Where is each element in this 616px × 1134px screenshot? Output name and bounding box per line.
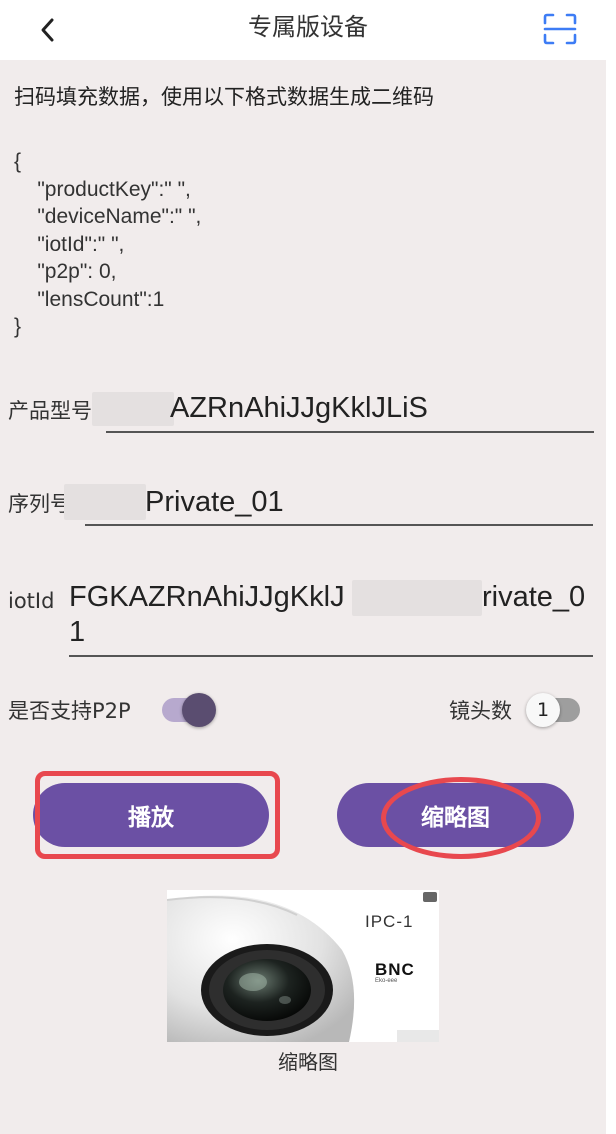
lens-count-label: 镜头数	[449, 699, 512, 723]
model-label: IPC-1	[365, 912, 414, 931]
serial-number-input[interactable]: Private_01	[145, 484, 284, 520]
json-format-sample: { "productKey":" ", "deviceName":" ", "i…	[14, 150, 202, 338]
top-app-bar: 专属版设备	[0, 0, 616, 60]
redacted-area	[92, 392, 174, 426]
redacted-area	[64, 484, 146, 520]
lens-count-value: 1	[526, 693, 560, 727]
iot-id-input-line2: 1	[69, 616, 86, 648]
page-title: 专属版设备	[248, 13, 368, 41]
iot-id-input-end: rivate_0	[482, 581, 586, 613]
thumbnail-image[interactable]: IPC-1 BNC Eko-eee	[167, 890, 439, 1042]
serial-number-underline	[85, 524, 593, 526]
serial-number-label: 序列号	[8, 492, 71, 516]
scan-icon	[543, 13, 577, 45]
brand-sub-label: Eko-eee	[375, 978, 398, 984]
play-button[interactable]: 播放	[33, 783, 269, 847]
iot-id-input[interactable]: FGKAZRnAhiJJgKklJ	[69, 579, 345, 615]
toggle-knob	[182, 693, 216, 727]
instruction-text: 扫码填充数据，使用以下格式数据生成二维码	[14, 85, 434, 109]
redacted-area	[352, 580, 482, 616]
lens-count-toggle[interactable]: 1	[526, 693, 580, 727]
product-model-underline	[106, 431, 594, 433]
scan-button[interactable]	[540, 10, 580, 48]
p2p-toggle[interactable]	[162, 693, 216, 727]
scrollbar-track	[606, 60, 616, 1134]
brand-label: BNC	[375, 960, 415, 979]
p2p-support-label: 是否支持P2P	[8, 699, 131, 723]
thumbnail-button[interactable]: 缩略图	[337, 783, 574, 847]
thumbnail-caption: 缩略图	[278, 1050, 338, 1074]
iot-id-label: iotId	[8, 589, 55, 613]
product-model-label: 产品型号	[8, 399, 92, 423]
iot-id-underline	[69, 655, 593, 657]
product-model-input[interactable]: AZRnAhiJJgKklJLiS	[170, 390, 428, 426]
